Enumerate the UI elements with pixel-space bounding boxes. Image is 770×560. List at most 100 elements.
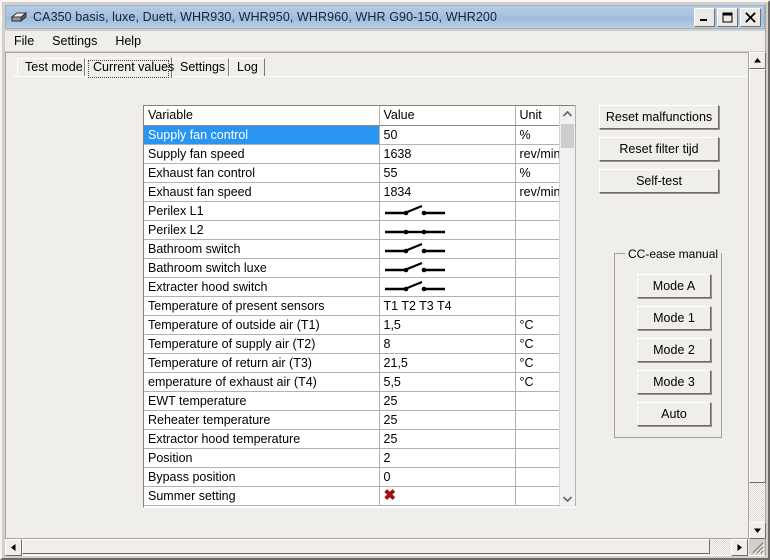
switch-open-icon [379,277,516,297]
cc-ease-manual-group: CC-ease manual Mode A Mode 1 Mode 2 Mode… [614,247,722,438]
table-row[interactable]: Position 2 [144,448,576,468]
mode-2-button[interactable]: Mode 2 [637,338,711,362]
table-row[interactable]: Bathroom switch [144,239,576,259]
chevron-down-icon[interactable] [560,490,575,507]
cell-value: 25 [379,429,516,449]
table-row[interactable]: Summer setting ✖ [144,486,576,506]
table-row[interactable]: Extracter hood switch [144,277,576,297]
table-row[interactable]: Bathroom switch luxe [144,258,576,278]
tab-strip: Test mode Current values Settings Log [13,57,748,78]
cell-variable: Temperature of return air (T3) [144,353,380,373]
scroll-down-icon[interactable] [749,522,766,539]
cell-variable: Reheater temperature [144,410,380,430]
table-row[interactable]: Temperature of supply air (T2) 8 °C [144,334,576,354]
menu-item-file[interactable]: File [5,32,43,50]
tab-current-values[interactable]: Current values [85,57,175,78]
table-row[interactable]: emperature of exhaust air (T4) 5,5 °C [144,372,576,392]
table-row[interactable]: EWT temperature 25 [144,391,576,411]
title-bar[interactable]: CA350 basis, luxe, Duett, WHR930, WHR950… [5,5,765,29]
cell-variable: Extracter hood switch [144,277,380,297]
cell-value: 8 [379,334,516,354]
button-label: Reset filter tijd [619,142,699,156]
switch-open-icon [379,239,516,259]
resize-grip[interactable] [749,539,765,555]
cell-value: 1,5 [379,315,516,335]
maximize-icon[interactable] [717,7,738,27]
cell-value: 21,5 [379,353,516,373]
tab-label: Test mode [25,60,83,74]
button-label: Mode 1 [653,311,695,325]
column-header-variable[interactable]: Variable [144,106,380,126]
table-row[interactable]: Bypass position 0 [144,467,576,487]
scroll-right-icon[interactable] [731,539,748,556]
button-label: Mode A [652,279,696,293]
vertical-scroll-thumb[interactable] [749,69,766,483]
cell-variable: Extractor hood temperature [144,429,380,449]
cell-value: 0 [379,467,516,487]
reset-malfunctions-button[interactable]: Reset malfunctions [599,105,719,129]
horizontal-scroll-thumb[interactable] [22,539,710,554]
self-test-button[interactable]: Self-test [599,169,719,193]
scroll-left-icon[interactable] [5,539,22,556]
grid-vertical-scrollbar[interactable] [559,106,575,507]
button-label: Reset malfunctions [605,110,713,124]
table-row[interactable]: Exhaust fan speed 1834 rev/min [144,182,576,202]
cell-variable: Supply fan speed [144,144,380,164]
auto-button[interactable]: Auto [637,402,711,426]
cell-variable: Temperature of outside air (T1) [144,315,380,335]
window-title: CA350 basis, luxe, Duett, WHR930, WHR950… [33,10,498,24]
vertical-scroll-track[interactable] [749,69,766,522]
mode-3-button[interactable]: Mode 3 [637,370,711,394]
values-table: Variable Value Unit Supply fan control 50… [144,106,576,506]
table-row[interactable]: Reheater temperature 25 [144,410,576,430]
switch-open-icon [379,201,516,221]
menu-item-help[interactable]: Help [106,32,150,50]
table-row[interactable]: Temperature of outside air (T1) 1,5 °C [144,315,576,335]
column-header-value[interactable]: Value [379,106,516,126]
minimize-icon[interactable] [694,7,715,27]
cell-value: 25 [379,410,516,430]
window-horizontal-scrollbar[interactable] [5,538,748,556]
grid-scrollbar-thumb[interactable] [561,124,574,148]
red-x-icon: ✖ [383,486,397,504]
cell-variable: Temperature of present sensors [144,296,380,316]
table-row[interactable]: Extractor hood temperature 25 [144,429,576,449]
cell-value: 2 [379,448,516,468]
table-row[interactable]: Temperature of present sensors T1 T2 T3 T… [144,296,576,316]
cell-value: 5,5 [379,372,516,392]
table-row[interactable]: Perilex L1 [144,201,576,221]
table-header-row: Variable Value Unit [144,106,576,126]
tab-log[interactable]: Log [229,58,265,77]
horizontal-scroll-track[interactable] [22,539,731,555]
current-values-grid[interactable]: Variable Value Unit Supply fan control 50… [143,105,576,508]
menu-item-settings[interactable]: Settings [43,32,106,50]
window-vertical-scrollbar[interactable] [748,52,766,539]
cell-variable: Bathroom switch [144,239,380,259]
tab-settings[interactable]: Settings [172,58,229,77]
scroll-up-icon[interactable] [749,52,766,69]
tab-label: Current values [93,60,175,74]
cell-variable: Bypass position [144,467,380,487]
client-area: Test mode Current values Settings Log Va… [5,52,765,556]
close-icon[interactable] [740,7,761,27]
table-row[interactable]: Temperature of return air (T3) 21,5 °C [144,353,576,373]
group-title: CC-ease manual [625,247,722,261]
cell-variable: emperature of exhaust air (T4) [144,372,380,392]
mode-a-button[interactable]: Mode A [637,274,711,298]
button-label: Auto [661,407,687,421]
cell-variable: Summer setting [144,486,380,506]
cell-value: 25 [379,391,516,411]
cell-value: ✖ [379,486,516,506]
table-row[interactable]: Supply fan control 50% [144,125,576,145]
cell-variable: Perilex L1 [144,201,380,221]
table-row[interactable]: Supply fan speed 1638 rev/min [144,144,576,164]
table-row[interactable]: Exhaust fan control 55% [144,163,576,183]
reset-filter-button[interactable]: Reset filter tijd [599,137,719,161]
table-row[interactable]: Perilex L2 [144,220,576,240]
box-icon [10,9,28,25]
mode-1-button[interactable]: Mode 1 [637,306,711,330]
button-label: Mode 3 [653,375,695,389]
chevron-up-icon[interactable] [560,106,575,123]
tab-test-mode[interactable]: Test mode [17,58,85,77]
application-window: CA350 basis, luxe, Duett, WHR930, WHR950… [0,0,770,560]
